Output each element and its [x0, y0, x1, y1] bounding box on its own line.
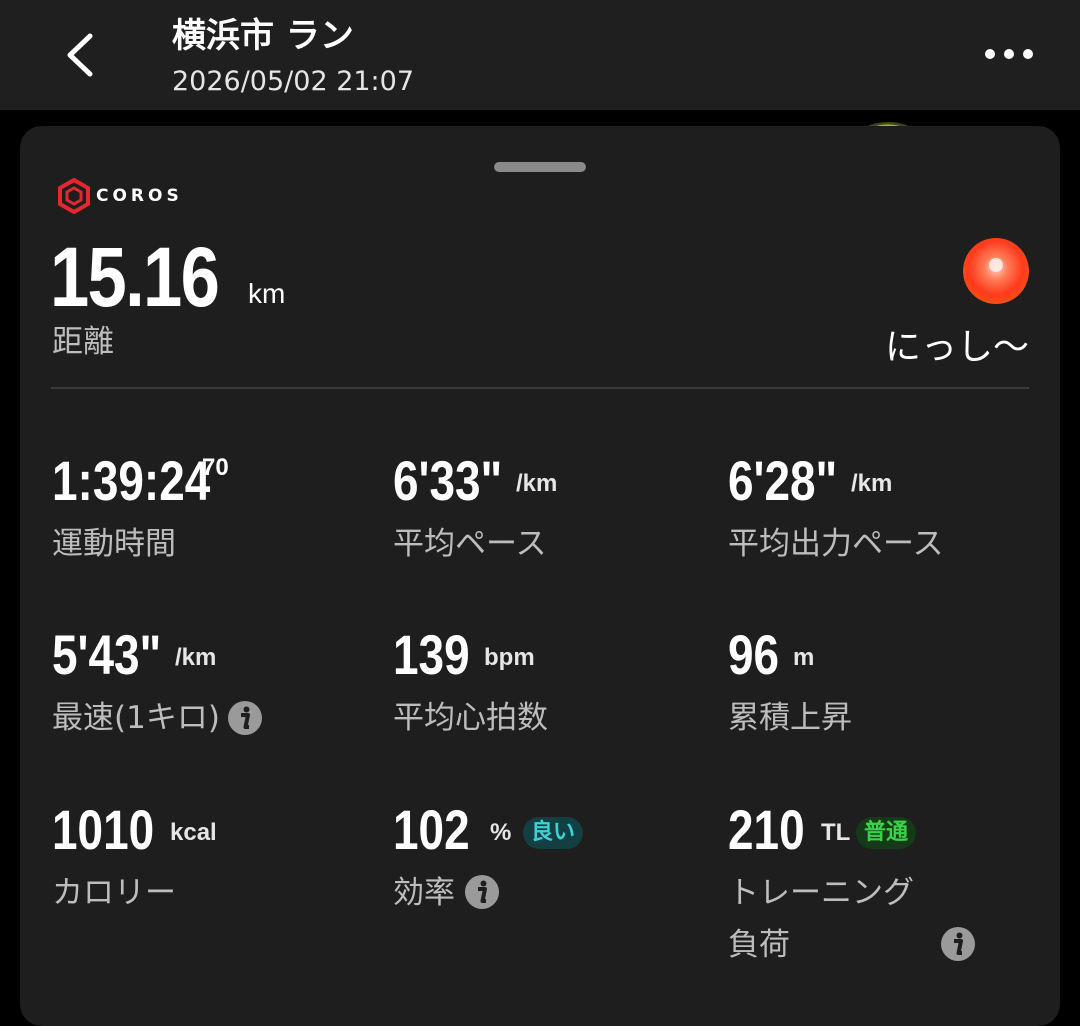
drag-handle[interactable]: [494, 162, 586, 172]
distance-stat: 15.16 km: [50, 230, 285, 324]
stat-training-load: 210 TL 普通 トレーニング 負荷: [728, 798, 917, 963]
avg-pace-unit: /km: [516, 470, 558, 497]
avatar[interactable]: [963, 238, 1029, 304]
avg-pace-value: 6'33": [393, 449, 503, 512]
stat-calories: 1010 kcal カロリー: [52, 798, 217, 912]
calories-label: カロリー: [52, 875, 176, 911]
distance-value: 15.16: [50, 230, 220, 324]
calories-value: 1010: [52, 798, 155, 861]
best-km-label: 最速(1キロ): [52, 700, 220, 736]
efficiency-unit: %: [490, 819, 512, 846]
training-load-badge: 普通: [856, 817, 917, 849]
elevation-value: 96: [728, 623, 780, 686]
logo-text: COROS: [96, 186, 183, 206]
activity-title: 横浜市 ラン: [172, 16, 354, 56]
activity-datetime: 2026/05/02 21:07: [172, 66, 415, 97]
top-bar: 横浜市 ラン 2026/05/02 21:07: [0, 0, 1080, 110]
stat-avg-hr: 139 bpm 平均心拍数: [393, 623, 548, 737]
stat-time: 1:39:24 70 運動時間: [52, 449, 245, 563]
username[interactable]: にっし〜: [885, 318, 1029, 370]
stat-elevation: 96 m 累積上昇: [728, 623, 852, 737]
avg-pace-label: 平均ペース: [393, 526, 547, 562]
stat-avg-power-pace: 6'28" /km 平均出力ペース: [728, 449, 943, 563]
efficiency-label: 効率: [393, 875, 455, 911]
best-km-value: 5'43": [52, 623, 162, 686]
info-icon: [228, 701, 262, 735]
avg-hr-value: 139: [393, 623, 470, 686]
stat-efficiency: 102 % 良い 効率: [393, 798, 584, 911]
efficiency-badge: 良い: [523, 817, 584, 849]
calories-unit: kcal: [170, 819, 217, 846]
avg-power-pace-unit: /km: [851, 470, 893, 497]
efficiency-info-button[interactable]: [464, 874, 500, 910]
coros-logo-icon: [58, 178, 90, 214]
avg-power-pace-label: 平均出力ペース: [728, 526, 944, 562]
training-load-unit: TL: [821, 819, 851, 846]
best-km-info-button[interactable]: [227, 700, 263, 736]
coros-logo: COROS: [56, 176, 183, 216]
avg-hr-label: 平均心拍数: [393, 700, 548, 736]
more-button[interactable]: [980, 34, 1040, 74]
best-km-unit: /km: [175, 644, 217, 671]
elevation-label: 累積上昇: [728, 700, 852, 736]
distance-unit: km: [248, 278, 286, 309]
training-load-info-button[interactable]: [940, 926, 976, 962]
time-label: 運動時間: [52, 526, 176, 562]
stat-best-km: 5'43" /km 最速(1キロ): [52, 623, 220, 737]
training-load-label-line2: 負荷: [728, 927, 790, 963]
distance-label: 距離: [52, 324, 114, 360]
training-load-value: 210: [728, 798, 805, 861]
info-icon: [941, 927, 975, 961]
more-horizontal-icon: [985, 49, 1033, 59]
avg-power-pace-value: 6'28": [728, 449, 838, 512]
avg-hr-unit: bpm: [484, 644, 535, 671]
time-value: 1:39:24: [52, 449, 211, 512]
training-load-label-line1: トレーニング: [728, 875, 914, 911]
stat-avg-pace: 6'33" /km 平均ペース: [393, 449, 557, 563]
info-icon: [465, 875, 499, 909]
chevron-left-icon: [67, 33, 93, 77]
elevation-unit: m: [793, 644, 815, 671]
efficiency-value: 102: [393, 798, 470, 861]
activity-summary-sheet: COROS 15.16 km 距離 にっし〜 1:39:24 70 運動時間 6…: [20, 126, 1060, 1026]
back-button[interactable]: [50, 22, 110, 86]
divider: [51, 387, 1029, 389]
time-fraction: 70: [202, 454, 229, 481]
